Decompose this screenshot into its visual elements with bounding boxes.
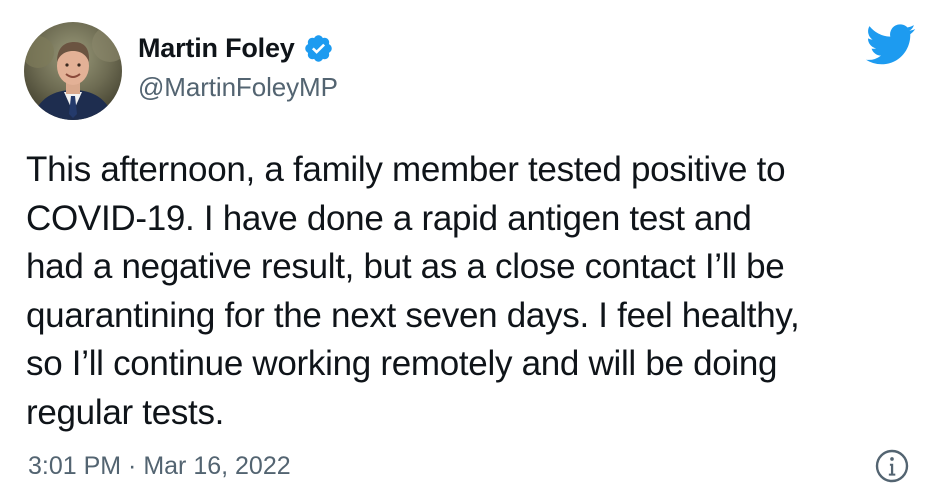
handle[interactable]: @MartinFoleyMP (138, 72, 338, 103)
author-info: Martin Foley @MartinFoleyMP (138, 30, 338, 103)
tweet-text: This afternoon, a family member tested p… (26, 150, 800, 432)
tweet-card: Martin Foley @MartinFoleyMP This afterno… (0, 0, 936, 500)
verified-badge-icon (303, 33, 334, 64)
avatar-image (24, 22, 122, 120)
display-name[interactable]: Martin Foley (138, 33, 295, 64)
info-icon[interactable] (874, 448, 910, 484)
name-row: Martin Foley (138, 30, 338, 66)
twitter-bird-icon[interactable] (866, 24, 916, 66)
tweet-timestamp[interactable]: 3:01 PM · Mar 16, 2022 (28, 452, 291, 481)
avatar[interactable] (24, 22, 122, 120)
